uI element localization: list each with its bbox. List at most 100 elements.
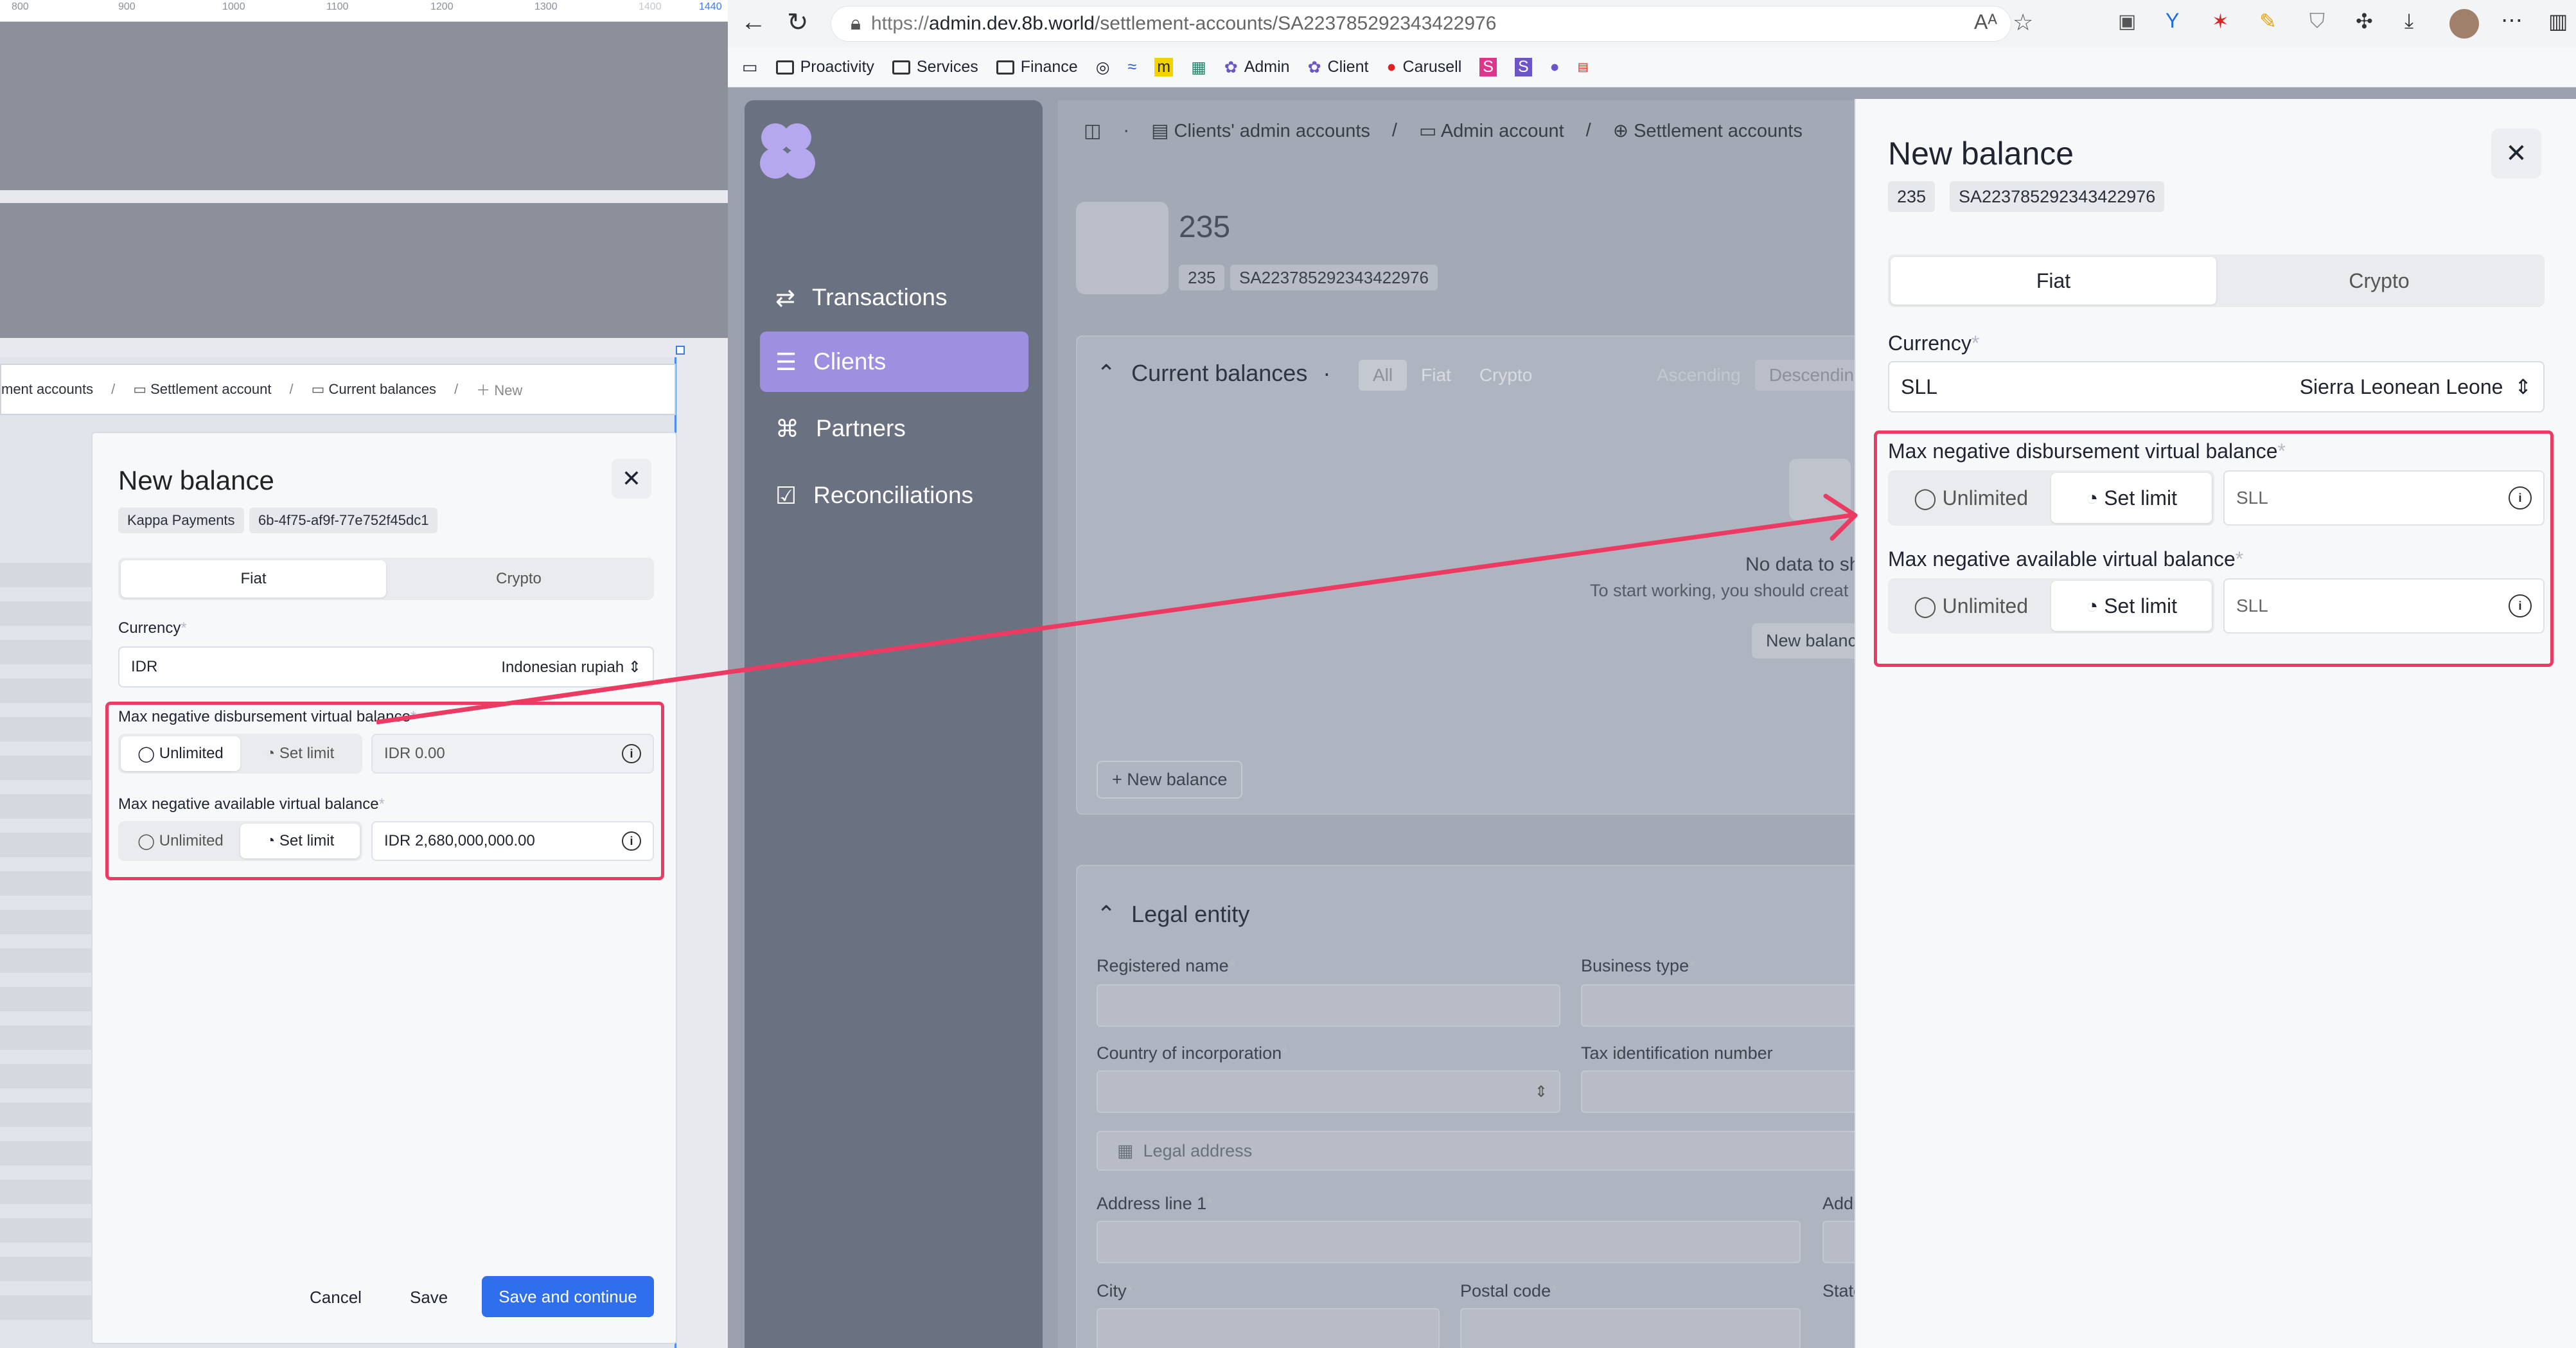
currency-code: SLL [1901, 375, 1937, 398]
legal-address-section[interactable]: ▦ Legal address [1097, 1131, 1912, 1171]
filter-group: All Fiat Crypto [1359, 360, 1546, 391]
reading-list-icon[interactable]: ▭ [742, 57, 758, 77]
close-icon: ✕ [2505, 139, 2527, 168]
more-icon[interactable]: ⋯ [2501, 8, 2523, 33]
sidebar-toggle-icon[interactable]: ▥ [2548, 9, 2568, 33]
chevron-updown-icon: ⇕ [2514, 375, 2532, 398]
bookmark-icon[interactable]: m [1154, 58, 1174, 76]
bookmark-icon[interactable]: ≈ [1128, 58, 1137, 76]
folder-icon: ▭ [133, 381, 146, 397]
bookmark-icon[interactable]: S [1479, 58, 1497, 76]
close-button[interactable]: ✕ [2491, 129, 2541, 179]
breadcrumb-item[interactable]: ▭ Admin account [1419, 120, 1564, 142]
breadcrumb-item[interactable]: ▭ Current balances [312, 381, 436, 398]
close-button[interactable]: ✕ [612, 459, 651, 499]
new-balance-link[interactable]: + New balance [1097, 761, 1243, 799]
currency-select[interactable]: SLL Sierra Leonean Leone ⇕ [1888, 361, 2545, 412]
breadcrumb-item[interactable]: ⊕ Settlement accounts [1613, 120, 1803, 142]
ruler-tick: 1200 [430, 1, 454, 12]
extension-icon[interactable]: ✶ [2212, 9, 2229, 33]
bookmark-carusell[interactable]: ● Carusell [1386, 58, 1461, 76]
breadcrumb: ment accounts / ▭ Settlement account / ▭… [0, 364, 676, 415]
address-bar[interactable]: 🔒︎ https://admin.dev.8b.world/settlement… [831, 6, 2011, 42]
read-aloud-icon[interactable]: Aᴬ [1974, 10, 1997, 34]
empty-subtitle: To start working, you should creat [1590, 581, 1849, 600]
panel-toggle-icon[interactable]: ◫ [1084, 120, 1101, 142]
shield-icon[interactable]: ⛉ [2309, 9, 2325, 33]
avatar[interactable] [2449, 9, 2479, 39]
breadcrumb-item[interactable]: ▤ Clients' admin accounts [1151, 120, 1370, 142]
breadcrumb-item[interactable]: ▭ Settlement account [133, 381, 271, 398]
save-and-continue-button[interactable]: Save and continue [482, 1276, 654, 1317]
currency-name: Indonesian rupiah [501, 658, 624, 676]
page-title: 235 [1179, 210, 1231, 244]
country-select[interactable]: ⇕ [1097, 1070, 1560, 1113]
postal-code-input[interactable] [1460, 1308, 1801, 1348]
bookmark-services[interactable]: Services [892, 58, 978, 76]
bookmarks-bar: ▭ Proactivity Services Finance ◎ ≈ m ▦ ✿… [728, 48, 2576, 87]
entity-logo [1076, 202, 1169, 294]
extension-icon[interactable]: ✎ [2259, 9, 2277, 33]
extension-icon[interactable]: Y [2166, 9, 2179, 33]
bookmark-client[interactable]: ✿ Client [1308, 58, 1369, 77]
breadcrumb-item[interactable]: ＋ New [476, 379, 522, 400]
sidebar-item-partners[interactable]: ⌘ Partners [760, 398, 1028, 459]
reload-icon[interactable]: ↻ [787, 8, 809, 37]
admin-app: ⇄ Transactions ☰ Clients ⌘ Partners ☑ Reconc… [728, 87, 2576, 1348]
bookmark-icon[interactable]: S [1514, 58, 1532, 76]
bookmark-proactivity[interactable]: Proactivity [775, 58, 874, 76]
current-balances-card: ⌃ Current balances · All Fiat Crypto Asc… [1076, 335, 1911, 815]
sidebar-item-transactions[interactable]: ⇄ Transactions [760, 267, 1028, 328]
puzzle-icon[interactable]: ✣ [2356, 9, 2373, 33]
sort-ascending[interactable]: Ascending [1643, 360, 1755, 391]
currency-select[interactable]: IDR Indonesian rupiah ⇕ [118, 646, 654, 687]
back-icon[interactable]: ← [741, 8, 766, 37]
bookmark-icon[interactable]: ◎ [1096, 58, 1110, 77]
extension-icon[interactable]: ▣ [2118, 10, 2136, 33]
tab-fiat[interactable]: Fiat [1891, 257, 2216, 305]
breadcrumb: ◫ · ▤ Clients' admin accounts / ▭ Admin … [1084, 120, 1803, 142]
bookmark-finance[interactable]: Finance [996, 58, 1078, 76]
city-input[interactable] [1097, 1308, 1440, 1348]
bookmark-admin[interactable]: ✿ Admin [1224, 58, 1290, 77]
sidebar-item-reconciliations[interactable]: ☑ Reconciliations [760, 465, 1028, 526]
bookmark-icon[interactable]: ▤ [1578, 60, 1589, 74]
sidebar-item-clients[interactable]: ☰ Clients [760, 332, 1028, 392]
currency-label: Currency* [1888, 332, 1980, 355]
filter-crypto[interactable]: Crypto [1465, 360, 1546, 391]
chevron-up-icon[interactable]: ⌃ [1097, 901, 1116, 928]
bookmark-icon[interactable]: ▦ [1191, 58, 1206, 77]
favorite-icon[interactable]: ☆ [2013, 9, 2033, 36]
download-icon[interactable]: ⤓ [2404, 9, 2413, 33]
address-line-input[interactable] [1097, 1221, 1801, 1263]
empty-state-icon [1789, 459, 1851, 520]
chevron-up-icon[interactable]: ⌃ [1097, 360, 1116, 387]
tab-fiat[interactable]: Fiat [121, 560, 386, 598]
resize-handle[interactable] [676, 346, 685, 355]
filter-fiat[interactable]: Fiat [1407, 360, 1465, 391]
frame-preview [0, 22, 728, 190]
save-button[interactable]: Save [410, 1288, 448, 1308]
field-label: Country of incorporation* [1097, 1043, 1289, 1063]
field-label: Addr [1822, 1194, 1860, 1213]
bookmark-icon[interactable]: ● [1550, 58, 1560, 76]
tab-crypto[interactable]: Crypto [2216, 257, 2542, 305]
id-chip: 235 [1179, 265, 1225, 290]
section-title: Legal entity [1131, 901, 1250, 927]
legal-header: ⌃ Legal entity [1097, 901, 1249, 928]
field-label: Postal code* [1460, 1281, 1558, 1300]
app-logo-icon: ✿ [1307, 58, 1321, 76]
checklist-icon: ☑ [775, 482, 797, 509]
figma-canvas: 800 900 1000 1100 1200 1300 1400 1440 me… [0, 0, 728, 1348]
tab-crypto[interactable]: Crypto [386, 560, 651, 598]
breadcrumb-item[interactable]: ment accounts [1, 381, 93, 398]
field-label: Registered name* [1097, 956, 1236, 975]
filter-all[interactable]: All [1359, 360, 1407, 391]
empty-title: No data to sh [1745, 554, 1860, 575]
section-title: Current balances [1131, 360, 1308, 386]
new-balance-button[interactable]: New balanc [1752, 623, 1871, 659]
app-logo-icon [760, 123, 815, 179]
ruler-tick: 1300 [534, 1, 558, 12]
cancel-button[interactable]: Cancel [310, 1288, 362, 1308]
registered-name-input[interactable] [1097, 984, 1560, 1027]
